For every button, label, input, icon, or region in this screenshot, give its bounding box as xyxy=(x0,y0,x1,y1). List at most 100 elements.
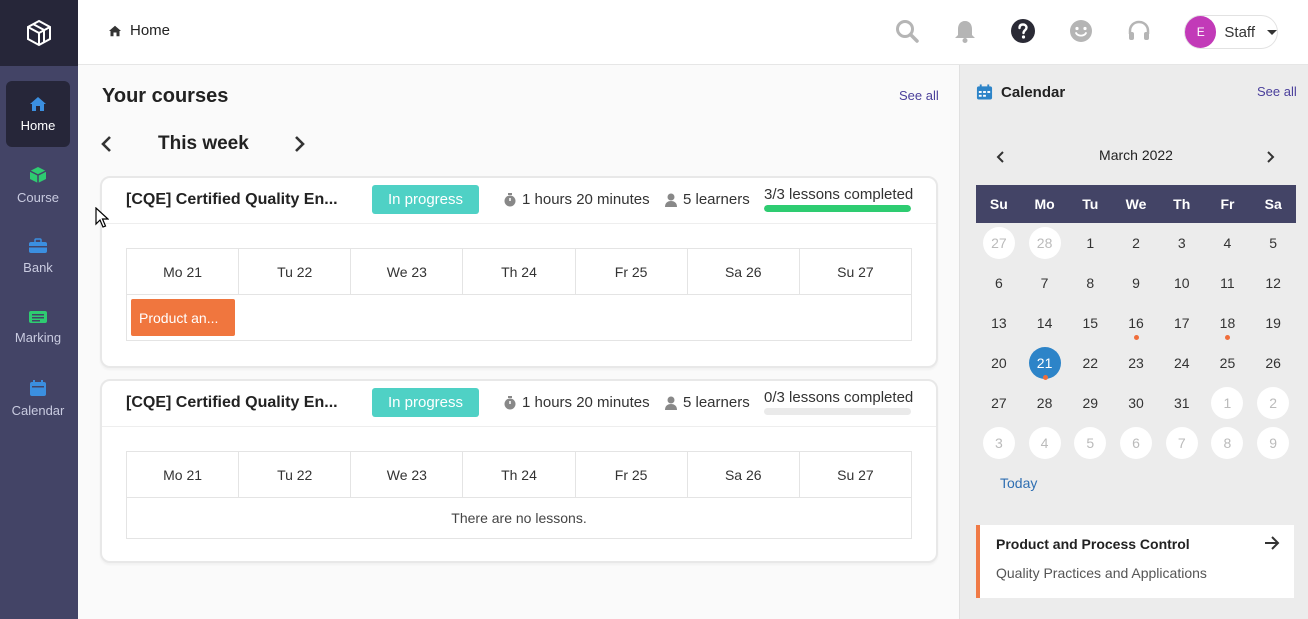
event-title: Product and Process Control xyxy=(996,536,1190,552)
help-button[interactable] xyxy=(1009,17,1037,45)
calendar-day[interactable]: 17 xyxy=(1166,307,1198,339)
calendar-day[interactable]: 22 xyxy=(1074,347,1106,379)
calendar-week-row: 6 7 8 9 10 11 12 xyxy=(976,263,1296,303)
feedback-button[interactable] xyxy=(1067,17,1095,45)
cube-icon xyxy=(29,166,47,183)
sidebar-item-bank[interactable]: Bank xyxy=(6,223,70,289)
calendar-day[interactable]: 14 xyxy=(1029,307,1061,339)
sidebar-item-calendar[interactable]: Calendar xyxy=(6,365,70,431)
calendar-day[interactable]: 8 xyxy=(1211,427,1244,459)
calendar-day[interactable]: 28 xyxy=(1029,387,1061,419)
calendar-day-cell: 5 xyxy=(1250,223,1296,263)
week-schedule: Mo 21 Tu 22 We 23 Th 24 Fr 25 Sa 26 Su 2… xyxy=(126,451,912,539)
breadcrumb[interactable]: Home xyxy=(108,22,170,39)
calendar-day[interactable]: 6 xyxy=(1120,427,1153,459)
calendar-day-cell: 24 xyxy=(1159,343,1205,383)
weekday-label: Tu xyxy=(1082,196,1099,212)
lesson-chip[interactable]: Product an... xyxy=(131,299,235,336)
calendar-day[interactable]: 30 xyxy=(1120,387,1152,419)
user-menu-button[interactable]: E Staff xyxy=(1184,15,1278,49)
sidebar-item-home[interactable]: Home xyxy=(6,81,70,147)
calendar-day[interactable]: 25 xyxy=(1211,347,1243,379)
day-cell: Sa 26 xyxy=(688,249,800,294)
support-button[interactable] xyxy=(1125,17,1153,45)
status-badge: In progress xyxy=(372,388,479,417)
user-icon xyxy=(665,396,677,410)
prev-week-button[interactable] xyxy=(96,133,116,155)
progress-bar xyxy=(764,408,911,415)
event-dot-indicator xyxy=(1134,335,1140,340)
calendar-day[interactable]: 12 xyxy=(1257,267,1289,299)
smiley-icon xyxy=(1070,20,1092,42)
search-button[interactable] xyxy=(893,17,921,45)
calendar-day[interactable]: 9 xyxy=(1120,267,1152,299)
next-week-button[interactable] xyxy=(290,133,310,155)
today-link[interactable]: Today xyxy=(1000,475,1037,491)
calendar-day-cell: 12 xyxy=(1250,263,1296,303)
calendar-day[interactable]: 15 xyxy=(1074,307,1106,339)
calendar-day-cell: 4 xyxy=(1205,223,1251,263)
calendar-day[interactable]: 24 xyxy=(1166,347,1198,379)
calendar-day-cell: 23 xyxy=(1113,343,1159,383)
avatar: E xyxy=(1185,16,1217,48)
calendar-day[interactable]: 6 xyxy=(983,267,1015,299)
calendar-day[interactable]: 5 xyxy=(1257,227,1289,259)
calendar-day[interactable]: 10 xyxy=(1166,267,1198,299)
calendar-day[interactable]: 7 xyxy=(1165,427,1198,459)
calendar-day[interactable]: 2 xyxy=(1257,387,1290,419)
prev-month-button[interactable] xyxy=(990,146,1010,168)
calendar-day[interactable]: 4 xyxy=(1211,227,1243,259)
calendar-day-cell: 9 xyxy=(1250,423,1296,463)
sidebar-item-course[interactable]: Course xyxy=(6,152,70,218)
calendar-day[interactable]: 28 xyxy=(1028,227,1061,259)
calendar-day-cell: 1 xyxy=(1067,223,1113,263)
sidebar-item-marking[interactable]: Marking xyxy=(6,294,70,360)
event-dot-indicator xyxy=(1042,375,1048,380)
calendar-day[interactable]: 1 xyxy=(1074,227,1106,259)
courses-see-all-link[interactable]: See all xyxy=(899,88,939,103)
calendar-week-row: 13 14 15 16 17 18 19 xyxy=(976,303,1296,343)
next-month-button[interactable] xyxy=(1261,146,1281,168)
event-subtitle: Quality Practices and Applications xyxy=(996,565,1207,581)
calendar-day[interactable]: 2 xyxy=(1120,227,1152,259)
calendar-day[interactable]: 23 xyxy=(1120,347,1152,379)
calendar-day[interactable]: 20 xyxy=(983,347,1015,379)
calendar-day[interactable]: 26 xyxy=(1257,347,1289,379)
calendar-day[interactable]: 3 xyxy=(982,427,1015,459)
app-logo[interactable] xyxy=(0,0,78,66)
calendar-day-cell: 5 xyxy=(1067,423,1113,463)
calendar-day[interactable]: 9 xyxy=(1257,427,1290,459)
calendar-icon xyxy=(976,84,993,100)
calendar-day[interactable]: 13 xyxy=(983,307,1015,339)
calendar-day[interactable]: 3 xyxy=(1166,227,1198,259)
calendar-day[interactable]: 5 xyxy=(1074,427,1107,459)
course-card: [CQE] Certified Quality En... In progres… xyxy=(100,176,938,368)
stopwatch-icon xyxy=(504,395,516,409)
calendar-day[interactable]: 11 xyxy=(1211,267,1243,299)
notifications-button[interactable] xyxy=(951,17,979,45)
calendar-day[interactable]: 8 xyxy=(1074,267,1106,299)
logo-icon xyxy=(27,19,51,47)
calendar-day[interactable]: 27 xyxy=(982,227,1015,259)
course-title[interactable]: [CQE] Certified Quality En... xyxy=(126,191,338,209)
calendar-day[interactable]: 29 xyxy=(1074,387,1106,419)
calendar-day-cell: 28 xyxy=(1022,383,1068,423)
calendar-day[interactable]: 7 xyxy=(1029,267,1061,299)
course-card: [CQE] Certified Quality En... In progres… xyxy=(100,379,938,563)
calendar-day-cell: 3 xyxy=(1159,223,1205,263)
open-event-button[interactable] xyxy=(1262,533,1282,553)
calendar-day[interactable]: 19 xyxy=(1257,307,1289,339)
status-badge: In progress xyxy=(372,185,479,214)
calendar-see-all-link[interactable]: See all xyxy=(1257,84,1297,99)
breadcrumb-home[interactable]: Home xyxy=(130,22,170,39)
calendar-day[interactable]: 4 xyxy=(1028,427,1061,459)
calendar-icon xyxy=(30,379,46,396)
upcoming-event-card[interactable]: Product and Process Control Quality Prac… xyxy=(976,525,1294,598)
calendar-day[interactable]: 31 xyxy=(1166,387,1198,419)
course-title[interactable]: [CQE] Certified Quality En... xyxy=(126,394,338,412)
week-label: This week xyxy=(158,133,249,154)
calendar-week-row: 3456789 xyxy=(976,423,1296,463)
calendar-day[interactable]: 1 xyxy=(1211,387,1244,419)
briefcase-icon xyxy=(29,237,47,253)
calendar-day[interactable]: 27 xyxy=(983,387,1015,419)
